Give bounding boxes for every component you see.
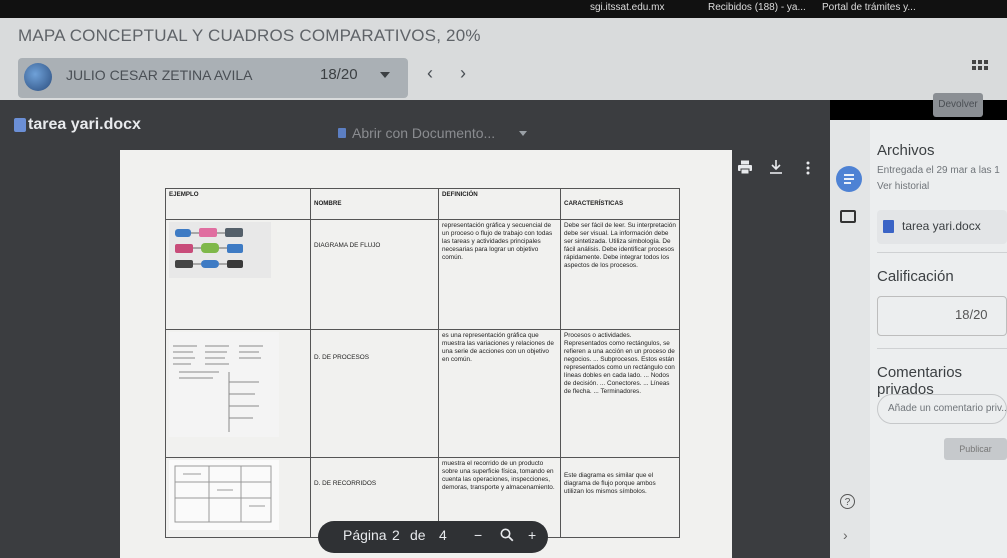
nombre-cell: D. DE PROCESOS xyxy=(310,329,439,458)
grade-section-title: Calificación xyxy=(877,268,954,285)
route-diagram-example-image xyxy=(169,460,279,530)
example-image-cell xyxy=(165,219,311,330)
student-name: JULIO CESAR ZETINA AVILA xyxy=(66,67,253,83)
table-header-row: EJEMPLO NOMBRE DEFINICIÓN CARACTERÍSTICA… xyxy=(165,188,680,220)
previous-student-icon[interactable]: ‹ xyxy=(427,63,433,84)
help-icon[interactable]: ? xyxy=(840,494,855,509)
browser-bookmarks-bar: sgi.itssat.edu.mx Recibidos (188) - ya..… xyxy=(0,0,1007,20)
print-icon[interactable] xyxy=(737,160,753,175)
example-image-cell xyxy=(165,457,311,538)
comparison-table: EJEMPLO NOMBRE DEFINICIÓN CARACTERÍSTICA… xyxy=(165,188,680,538)
process-diagram-example-image xyxy=(169,332,279,437)
flowchart-example-image xyxy=(169,222,271,278)
word-file-icon xyxy=(14,118,26,132)
apps-grid-icon[interactable] xyxy=(970,58,990,78)
zoom-out-icon[interactable]: − xyxy=(474,527,482,543)
viewer-file-name: tarea yari.docx xyxy=(28,116,141,133)
attached-file-name: tarea yari.docx xyxy=(902,219,981,233)
divider xyxy=(877,252,1007,253)
page-total: 4 xyxy=(439,527,447,543)
chevron-right-icon[interactable]: › xyxy=(843,527,848,543)
page-label: Página xyxy=(343,527,387,543)
caracteristicas-cell: Procesos o actividades. Representados co… xyxy=(560,329,680,458)
return-button[interactable]: Devolver xyxy=(933,93,983,117)
comment-placeholder: Añade un comentario priv... xyxy=(888,403,1007,414)
submitted-status: Entregada el 29 mar a las 1 xyxy=(877,165,1000,176)
docs-icon xyxy=(338,128,346,138)
more-options-icon[interactable] xyxy=(805,160,811,176)
zoom-in-icon[interactable]: + xyxy=(528,527,536,543)
column-header-caracteristicas: CARACTERÍSTICAS xyxy=(560,188,680,220)
word-file-icon xyxy=(883,220,894,233)
table-row: DIAGRAMA DE FLUJO representación gráfica… xyxy=(165,219,680,330)
nombre-cell: DIAGRAMA DE FLUJO xyxy=(310,219,439,330)
caracteristicas-cell: Este diagrama es similar que el diagrama… xyxy=(560,457,680,538)
bookmark-recibidos[interactable]: Recibidos (188) - ya... xyxy=(708,2,806,13)
files-tab-icon[interactable] xyxy=(836,166,862,192)
private-comments-title: Comentarios privados xyxy=(877,364,963,398)
open-with-button[interactable]: Abrir con Documento... xyxy=(352,125,495,141)
caracteristicas-cell: Debe ser fácil de leer. Su interpretació… xyxy=(560,219,680,330)
zoom-icon[interactable] xyxy=(500,528,514,542)
divider xyxy=(877,348,1007,349)
view-history-link[interactable]: Ver historial xyxy=(877,181,929,192)
column-header-definicion: DEFINICIÓN xyxy=(438,188,561,220)
open-with-caret-icon[interactable] xyxy=(519,131,527,136)
download-icon[interactable] xyxy=(769,159,783,175)
bookmark-portal[interactable]: Portal de trámites y... xyxy=(822,2,916,13)
publish-button[interactable]: Publicar xyxy=(944,438,1007,460)
definicion-cell: representación gráfica y secuencial de u… xyxy=(438,219,561,330)
chevron-down-icon[interactable] xyxy=(380,72,390,78)
page-current: 2 xyxy=(392,527,400,543)
assignment-title: MAPA CONCEPTUAL Y CUADROS COMPARATIVOS, … xyxy=(18,26,481,45)
private-comment-input[interactable]: Añade un comentario priv... xyxy=(877,394,1007,424)
column-header-nombre: NOMBRE xyxy=(310,188,439,220)
table-row: D. DE PROCESOS es una representación grá… xyxy=(165,329,680,458)
definicion-cell: es una representación gráfica que muestr… xyxy=(438,329,561,458)
page-of-label: de xyxy=(410,527,426,543)
student-avatar xyxy=(24,63,52,91)
example-image-cell xyxy=(165,329,311,458)
bookmark-sgi[interactable]: sgi.itssat.edu.mx xyxy=(590,2,664,13)
next-student-icon[interactable]: › xyxy=(460,63,466,84)
files-section-title: Archivos xyxy=(877,142,935,159)
student-grade-counter: 18/20 xyxy=(320,66,358,83)
column-header-ejemplo: EJEMPLO xyxy=(165,188,311,220)
comments-tab-icon[interactable] xyxy=(840,210,856,223)
grade-value: 18/20 xyxy=(955,307,988,322)
